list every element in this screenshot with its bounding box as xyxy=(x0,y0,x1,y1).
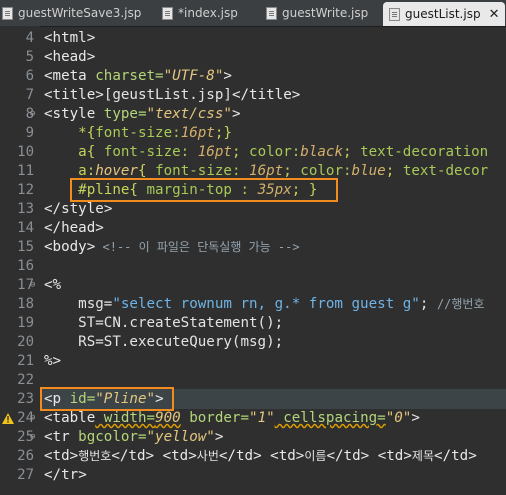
line-number: 13 xyxy=(17,201,34,217)
code-line: <tr bgcolor="yellow"> xyxy=(44,429,224,445)
code-line: <body> <!-- 이 파일은 단독실행 가능 --> xyxy=(44,239,300,255)
fold-minus-icon[interactable]: ⊖ xyxy=(30,408,35,428)
line-number: 4 xyxy=(25,30,34,46)
jsp-file-icon xyxy=(266,6,277,20)
tab-index[interactable]: *index.jsp xyxy=(162,2,238,24)
jsp-file-icon xyxy=(162,6,173,20)
code-line: </tr> xyxy=(44,467,87,483)
code-line: ST=CN.createStatement(); xyxy=(78,315,284,331)
tab-guestlist[interactable]: guestList.jsp ✕ xyxy=(383,2,506,26)
close-tab-icon[interactable]: ✕ xyxy=(489,7,500,22)
line-number: 9 xyxy=(25,125,34,141)
line-number: 19 xyxy=(17,315,34,331)
tab-guestwrite[interactable]: guestWrite.jsp xyxy=(266,2,368,24)
line-number: 26 xyxy=(17,448,34,464)
line-number: 24 xyxy=(17,410,34,426)
code-line: <td>행번호</td> <td>사번</td> <td>이름</td> <td… xyxy=(44,448,477,464)
line-number: 14 xyxy=(17,220,34,236)
line-number-gutter: 4 5 6 7 8 ⊖ 9 10 11 12 13 14 15 16 17 ⊖ … xyxy=(0,26,40,495)
line-number: 27 xyxy=(17,467,34,483)
code-line: </style> xyxy=(44,201,113,217)
line-number: 7 xyxy=(25,87,34,103)
tab-label: guestWriteSave3.jsp xyxy=(18,6,142,20)
tab-label: guestWrite.jsp xyxy=(282,6,369,20)
code-line: <% xyxy=(44,277,62,293)
jsp-file-icon xyxy=(389,7,400,21)
line-number: 15 xyxy=(17,239,34,255)
line-number: 23 xyxy=(17,391,34,407)
jsp-file-icon xyxy=(2,6,13,20)
line-number: 11 xyxy=(17,163,34,179)
code-line: <table width=900 border="1" cellspacing=… xyxy=(44,410,420,426)
line-number: 18 xyxy=(17,296,34,312)
line-number: 17 xyxy=(17,277,34,293)
line-number: 21 xyxy=(17,353,34,369)
fold-minus-icon[interactable]: ⊖ xyxy=(30,275,35,295)
tab-guestwritesave3[interactable]: guestWriteSave3.jsp xyxy=(2,2,141,24)
code-line: <style type="text/css"> xyxy=(44,106,241,122)
tab-label: *index.jsp xyxy=(178,6,238,20)
line-number: 8 xyxy=(25,106,34,122)
code-line: msg="select rownum rn, g.* from guest g"… xyxy=(78,296,485,312)
code-line: %> xyxy=(44,353,62,369)
line-number: 6 xyxy=(25,68,34,84)
line-number: 16 xyxy=(17,258,34,274)
line-number: 12 xyxy=(17,182,34,198)
code-line: <html> xyxy=(44,30,96,46)
editor-tab-bar: guestWriteSave3.jsp *index.jsp guestWrit… xyxy=(0,0,506,27)
line-number: 25 xyxy=(17,429,34,445)
line-number: 10 xyxy=(17,144,34,160)
line-number: 22 xyxy=(17,372,34,388)
code-line: <head> xyxy=(44,49,96,65)
code-line: RS=ST.executeQuery(msg); xyxy=(78,334,284,350)
code-line: *{font-size:16pt;} xyxy=(78,125,232,141)
code-line: </head> xyxy=(44,220,104,236)
code-editor[interactable]: <html> <head> <meta charset="UTF-8"> <ti… xyxy=(40,26,506,495)
line-number: 5 xyxy=(25,49,34,65)
fold-minus-icon[interactable]: ⊖ xyxy=(30,427,35,447)
code-line: a:hover{ font-size: 16pt; color:blue; te… xyxy=(78,163,489,179)
line-number: 20 xyxy=(17,334,34,350)
tab-label: guestList.jsp xyxy=(405,7,481,21)
code-line: <title>[geustList.jsp]</title> xyxy=(44,87,301,103)
fold-minus-icon[interactable]: ⊖ xyxy=(30,104,35,124)
code-line: #pline{ margin-top : 35px; } xyxy=(78,182,318,198)
code-line: <meta charset="UTF-8"> xyxy=(44,68,232,84)
code-line: a{ font-size: 16pt; color:black; text-de… xyxy=(78,144,489,160)
code-line: <p id="Pline"> xyxy=(44,391,164,407)
